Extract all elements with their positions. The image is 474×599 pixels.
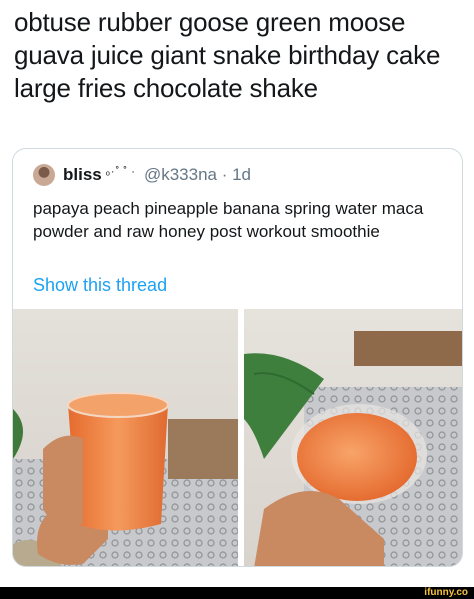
quoted-tweet-header: bliss ₒ·˚ ˚ · @k333na · 1d	[33, 163, 251, 187]
post-text: obtuse rubber goose green moose guava ju…	[14, 7, 441, 103]
photo-smoothie-glass-right[interactable]	[244, 309, 462, 566]
quoted-tweet-card[interactable]: bliss ₒ·˚ ˚ · @k333na · 1d papaya peach …	[12, 148, 463, 567]
watermark: ifunny.co	[424, 587, 468, 598]
photo-smoothie-glass-left[interactable]	[13, 309, 238, 566]
show-thread-link[interactable]: Show this thread	[33, 275, 167, 296]
display-name-decoration: ₒ·˚ ˚ ·	[105, 166, 136, 178]
smoothie-photo-left	[13, 309, 238, 566]
smoothie-photo-right	[244, 309, 462, 566]
footer-bar: ifunny.co	[0, 587, 474, 599]
quoted-tweet-text: papaya peach pineapple banana spring wat…	[33, 199, 424, 241]
display-name[interactable]: bliss	[63, 165, 102, 185]
avatar[interactable]	[33, 164, 55, 186]
handle-and-timestamp[interactable]: @k333na · 1d	[144, 165, 251, 185]
